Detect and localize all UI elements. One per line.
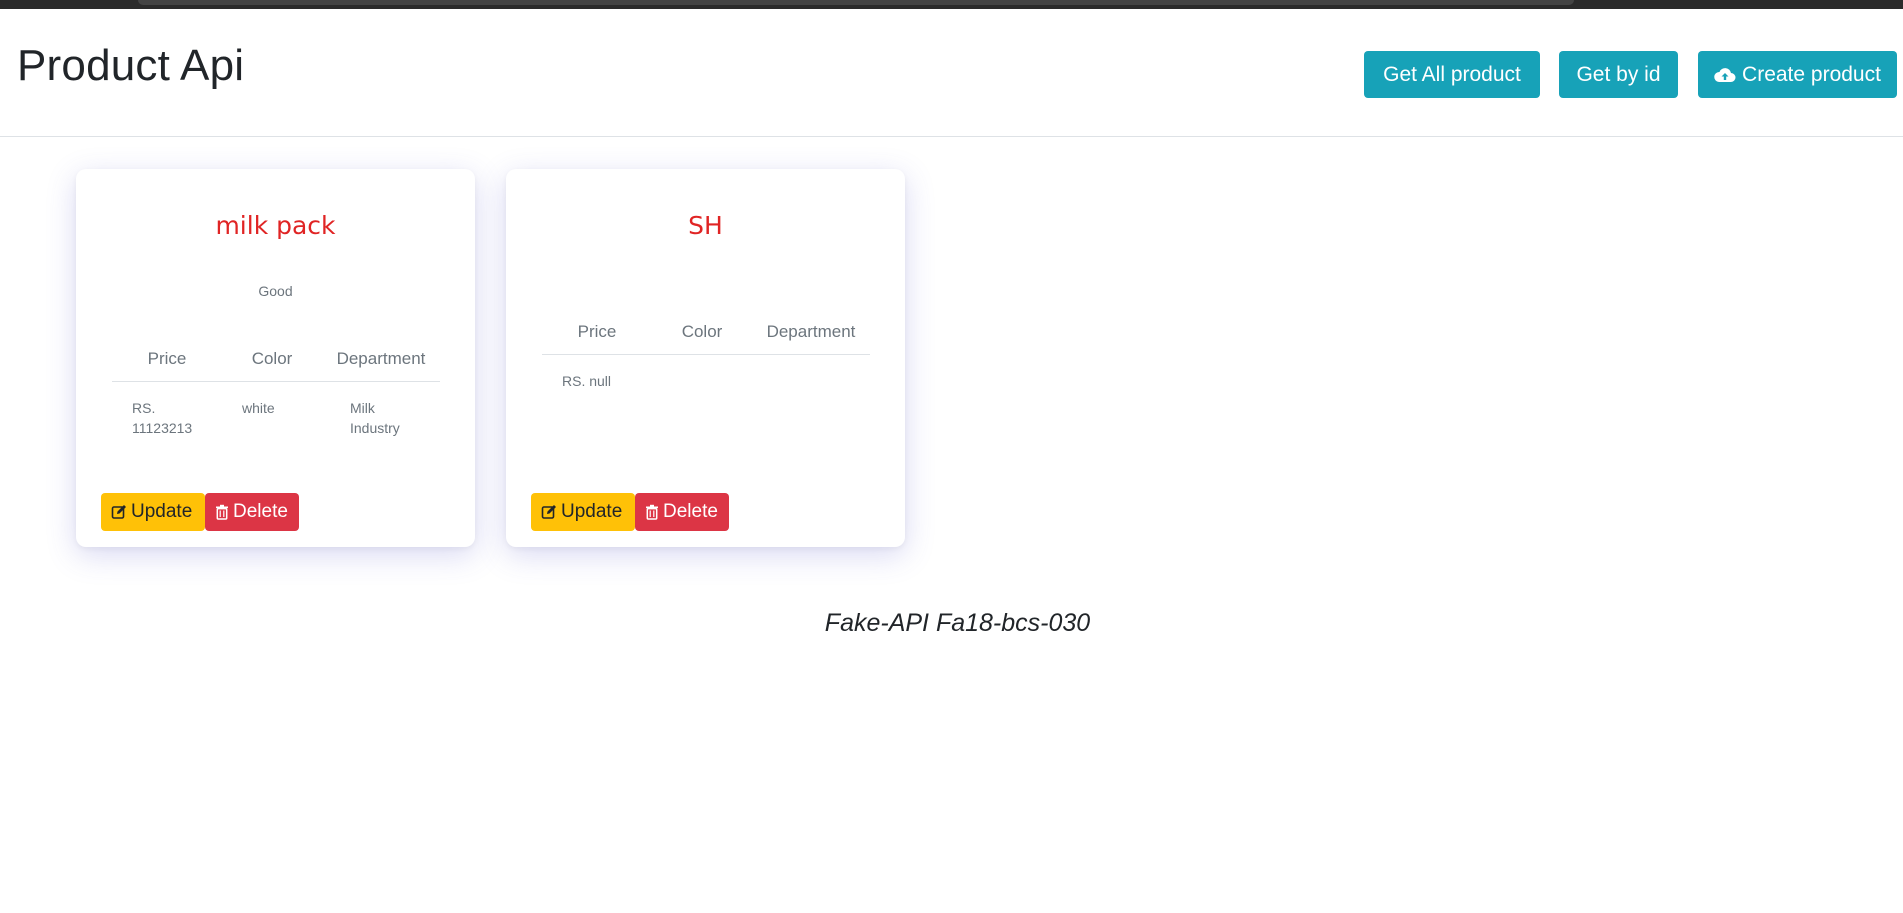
price-cell: RS. null xyxy=(562,373,612,389)
department-cell: Milk Industry xyxy=(350,400,400,437)
footer-text: Fake-API Fa18-bcs-030 xyxy=(824,609,1091,637)
product-name: SH xyxy=(688,211,723,240)
update-button[interactable]: Update xyxy=(101,493,205,531)
trash-icon xyxy=(215,504,229,520)
page-title: Product Api xyxy=(17,41,245,90)
browser-tab-strip xyxy=(138,0,1574,5)
update-button[interactable]: Update xyxy=(531,493,635,531)
delete-button[interactable]: Delete xyxy=(205,493,299,531)
column-header-price: Price xyxy=(112,341,222,382)
card-actions: Update Delete xyxy=(531,493,729,531)
product-name: milk pack xyxy=(215,211,336,240)
price-cell: RS. 11123213 xyxy=(132,400,193,437)
table-row: RS. null xyxy=(542,355,870,396)
cloud-upload-icon xyxy=(1714,67,1736,83)
department-cell xyxy=(752,355,870,396)
get-by-id-button[interactable]: Get by id xyxy=(1559,51,1678,98)
product-description: Good xyxy=(258,283,293,299)
table-row: RS. 11123213 white Milk Industry xyxy=(112,382,440,443)
column-header-price: Price xyxy=(542,314,652,355)
column-header-department: Department xyxy=(322,341,440,382)
delete-label: Delete xyxy=(233,501,288,522)
create-product-button[interactable]: Create product xyxy=(1698,51,1897,98)
get-all-product-label: Get All product xyxy=(1383,62,1521,86)
column-header-color: Color xyxy=(652,314,752,355)
edit-icon xyxy=(541,504,557,520)
product-card-milk-pack: milk pack Good Price Color Department RS… xyxy=(76,169,475,547)
create-product-label: Create product xyxy=(1742,62,1881,86)
page-header: Product Api Get All product Get by id Cr… xyxy=(0,11,1903,137)
product-card-sh: SH Price Color Department RS. null Updat… xyxy=(506,169,905,547)
get-by-id-label: Get by id xyxy=(1576,62,1661,86)
delete-button[interactable]: Delete xyxy=(635,493,729,531)
update-label: Update xyxy=(131,501,193,522)
column-header-department: Department xyxy=(752,314,870,355)
card-actions: Update Delete xyxy=(101,493,299,531)
column-header-color: Color xyxy=(222,341,322,382)
product-specs-table: Price Color Department RS. null xyxy=(542,314,870,395)
color-cell: white xyxy=(242,400,275,416)
browser-top-strip xyxy=(0,0,1903,11)
trash-icon xyxy=(645,504,659,520)
delete-label: Delete xyxy=(663,501,718,522)
color-cell xyxy=(652,355,752,396)
update-label: Update xyxy=(561,501,623,522)
product-specs-table: Price Color Department RS. 11123213 whit… xyxy=(112,341,440,443)
get-all-product-button[interactable]: Get All product xyxy=(1364,51,1540,98)
edit-icon xyxy=(111,504,127,520)
